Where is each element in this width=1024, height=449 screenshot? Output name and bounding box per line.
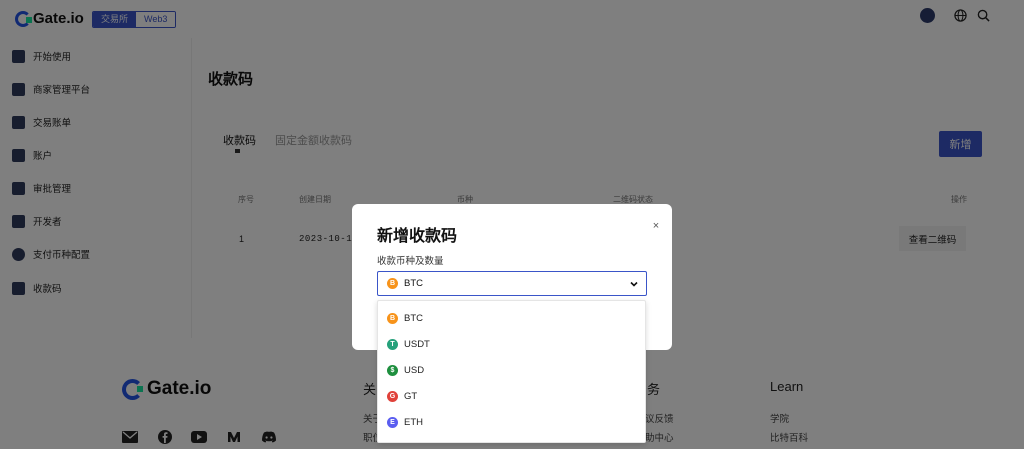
gt-icon: G	[387, 390, 398, 402]
usdt-icon: T	[387, 338, 398, 350]
option-label: USDT	[404, 338, 430, 350]
currency-field-label: 收款币种及数量	[377, 256, 444, 267]
dropdown-option-gt[interactable]: G GT	[378, 383, 645, 409]
eth-icon: E	[387, 416, 398, 428]
btc-icon: B	[387, 312, 398, 324]
option-label: GT	[404, 390, 418, 402]
dropdown-option-btc[interactable]: B BTC	[378, 305, 645, 331]
close-icon[interactable]: ×	[650, 220, 662, 232]
option-label: BTC	[404, 312, 423, 324]
dropdown-option-usdt[interactable]: T USDT	[378, 331, 645, 357]
currency-dropdown: B BTC T USDT $ USD G GT E ETH	[377, 300, 646, 443]
option-label: ETH	[404, 416, 423, 428]
dropdown-option-eth[interactable]: E ETH	[378, 409, 645, 435]
currency-select[interactable]: B BTC	[377, 271, 647, 296]
chevron-down-icon	[629, 278, 639, 288]
currency-select-value: BTC	[404, 278, 423, 289]
option-label: USD	[404, 364, 425, 376]
dropdown-option-usd[interactable]: $ USD	[378, 357, 645, 383]
btc-icon: B	[387, 278, 398, 289]
modal-title: 新增收款码	[377, 228, 458, 245]
usd-icon: $	[387, 364, 398, 376]
